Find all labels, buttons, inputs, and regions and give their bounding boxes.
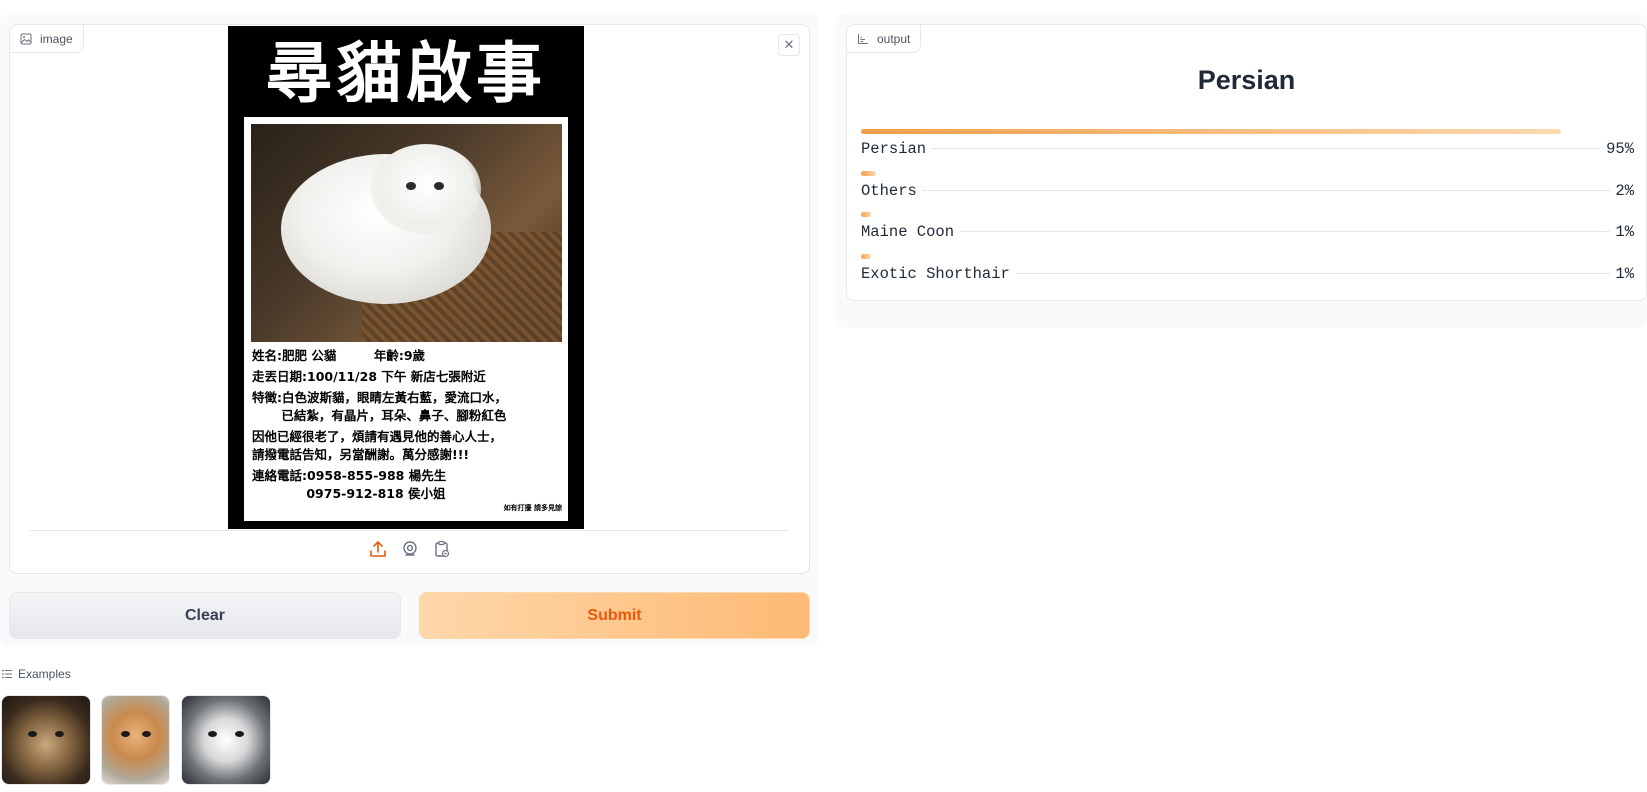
poster-line: 走丟日期:100/11/28 下午 新店七張附近 bbox=[252, 369, 486, 384]
cat-photo bbox=[251, 124, 562, 342]
confidence-list: Persian 95% Others 2% Maine Coon 1% Exotic Sho… bbox=[861, 129, 1634, 295]
confidence-percent: 1% bbox=[1615, 223, 1634, 241]
poster-line: 特徵:白色波斯貓，眼睛左黃右藍，愛流口水， bbox=[252, 390, 507, 405]
examples-header: Examples bbox=[2, 667, 71, 681]
dotted-leader bbox=[922, 189, 1610, 191]
poster-body: 姓名:肥肥 公貓 年齡:9歲 走丟日期:100/11/28 下午 新店七張附近 … bbox=[244, 117, 568, 521]
confidence-row: Maine Coon 1% bbox=[861, 223, 1634, 241]
clipboard-source-button[interactable] bbox=[432, 539, 452, 559]
poster-line: 0975-912-818 侯小姐 bbox=[252, 486, 446, 501]
image-icon bbox=[20, 33, 32, 45]
output-label-text: output bbox=[877, 31, 911, 46]
examples-label: Examples bbox=[18, 667, 71, 681]
source-divider bbox=[30, 530, 789, 531]
example-thumbnail-maine-coon[interactable] bbox=[1, 695, 91, 785]
dotted-leader bbox=[960, 231, 1610, 232]
confidence-item: Persian 95% bbox=[861, 129, 1634, 171]
cat-eye-right bbox=[434, 182, 444, 190]
confidence-bar bbox=[861, 212, 871, 217]
chart-icon bbox=[857, 33, 869, 45]
clear-image-button[interactable]: ✕ bbox=[778, 34, 800, 56]
clipboard-icon bbox=[434, 540, 449, 558]
cat-head-shape bbox=[371, 144, 481, 234]
confidence-item: Others 2% bbox=[861, 170, 1634, 213]
confidence-label: Persian bbox=[861, 140, 927, 158]
poster-line: 連絡電話:0958-855-988 楊先生 bbox=[252, 468, 447, 483]
upload-source-button[interactable] bbox=[368, 539, 388, 559]
confidence-item: Exotic Shorthair 1% bbox=[861, 253, 1634, 296]
confidence-bar bbox=[861, 129, 1561, 134]
webcam-source-button[interactable] bbox=[400, 539, 420, 559]
poster-title: 尋貓啟事 bbox=[266, 35, 546, 112]
confidence-row: Others 2% bbox=[861, 182, 1634, 200]
list-icon bbox=[2, 669, 12, 679]
confidence-percent: 1% bbox=[1615, 264, 1634, 283]
webcam-icon bbox=[402, 541, 417, 556]
clear-button[interactable]: Clear bbox=[9, 592, 401, 639]
confidence-bar bbox=[861, 253, 871, 259]
confidence-label: Others bbox=[861, 181, 917, 200]
confidence-row: Persian 95% bbox=[861, 140, 1634, 158]
poster-line: 因他已經很老了，煩請有遇見他的善心人士， bbox=[252, 429, 503, 444]
image-label-text: image bbox=[40, 31, 73, 46]
confidence-bar bbox=[861, 170, 876, 176]
dotted-leader bbox=[1015, 272, 1610, 274]
confidence-item: Maine Coon 1% bbox=[861, 212, 1634, 254]
submit-button[interactable]: Submit bbox=[419, 592, 810, 639]
poster-line: 已結紮，有晶片，耳朵、鼻子、腳粉紅色 bbox=[252, 408, 507, 423]
confidence-percent: 95% bbox=[1606, 140, 1634, 158]
confidence-row: Exotic Shorthair 1% bbox=[861, 265, 1634, 283]
uploaded-image: 尋貓啟事 姓名:肥肥 公貓 年齡:9歲 走丟日期:100/11/28 下午 新店… bbox=[228, 26, 584, 529]
source-selector bbox=[10, 539, 809, 559]
cat-eye-left bbox=[406, 182, 416, 190]
upload-icon bbox=[369, 541, 386, 557]
output-block-label: output bbox=[847, 25, 922, 53]
poster-note: 如有打擾 請多見諒 bbox=[503, 504, 562, 512]
image-input-panel[interactable]: image ✕ 尋貓啟事 姓名:肥肥 公貓 年齡:9歲 走丟日期:100/11/… bbox=[9, 24, 810, 574]
confidence-percent: 2% bbox=[1615, 181, 1634, 200]
confidence-label: Exotic Shorthair bbox=[861, 264, 1010, 283]
example-thumbnail-persian-orange[interactable] bbox=[101, 695, 170, 785]
confidence-label: Maine Coon bbox=[861, 223, 955, 241]
close-icon: ✕ bbox=[783, 37, 795, 52]
label-output-panel: output Persian Persian 95% Others 2% Maine C… bbox=[846, 24, 1647, 301]
poster-text: 姓名:肥肥 公貓 年齡:9歲 走丟日期:100/11/28 下午 新店七張附近 … bbox=[252, 347, 562, 503]
poster-line: 姓名:肥肥 公貓 年齡:9歲 bbox=[252, 348, 426, 363]
example-thumbnail-ragdoll[interactable] bbox=[181, 695, 271, 785]
predicted-label: Persian bbox=[1197, 65, 1296, 95]
dotted-leader bbox=[932, 148, 1601, 149]
image-block-label: image bbox=[10, 25, 84, 53]
poster-line: 請撥電話告知，另當酬謝。萬分感謝!!! bbox=[252, 447, 470, 462]
